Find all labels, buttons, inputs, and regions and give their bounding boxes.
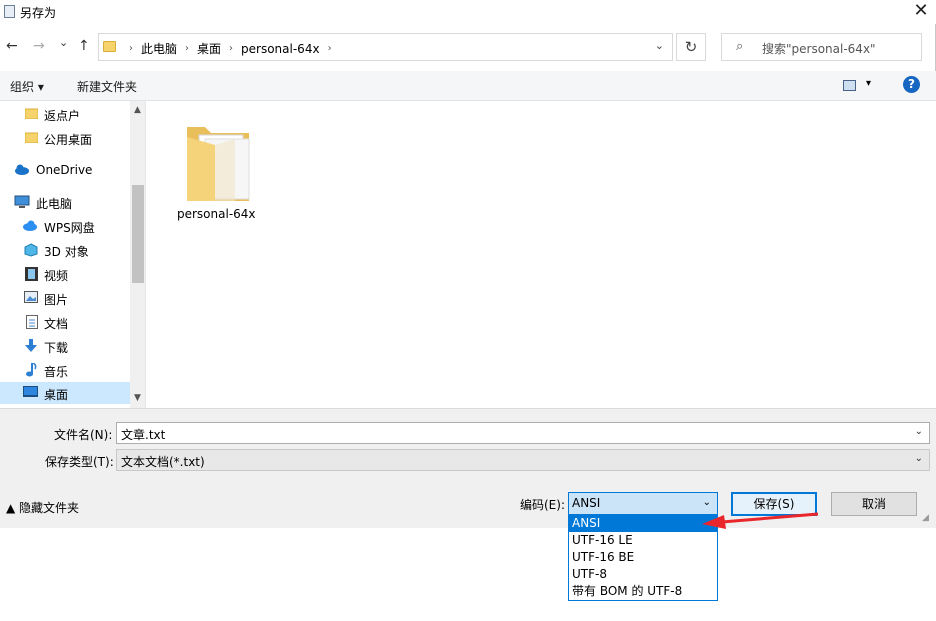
chevron-down-icon[interactable]: ⌄ — [655, 39, 664, 52]
folder-icon — [24, 131, 38, 145]
breadcrumb-personal-64x[interactable]: personal-64x — [241, 42, 320, 56]
cancel-button[interactable]: 取消 — [831, 492, 917, 516]
sidebar-item-downloads[interactable]: 下载 — [0, 335, 130, 357]
sidebar-item-label: WPS网盘 — [44, 221, 95, 235]
search-placeholder: 搜索"personal-64x" — [762, 42, 876, 56]
breadcrumb-separator: › — [129, 43, 133, 54]
chevron-down-icon[interactable]: ▾ — [866, 78, 871, 89]
breadcrumb-separator: › — [229, 43, 234, 54]
annotation-arrow — [702, 512, 819, 529]
scroll-down-icon[interactable]: ▼ — [134, 393, 141, 403]
back-arrow-icon[interactable]: ← — [6, 38, 18, 54]
sidebar-item-desktop[interactable]: 桌面 — [0, 382, 130, 404]
refresh-button[interactable]: ↻ — [676, 33, 706, 61]
breadcrumb: › 此电脑 › 桌面 › personal-64x › — [121, 40, 340, 57]
music-icon — [24, 362, 38, 377]
folder-icon — [103, 41, 116, 52]
folder-icon — [24, 107, 38, 121]
chevron-down-icon[interactable]: ⌄ — [915, 426, 923, 437]
window-title: 另存为 — [20, 6, 57, 20]
scrollbar-thumb[interactable] — [132, 185, 144, 283]
sidebar-item-label: 视频 — [44, 269, 69, 283]
command-bar: 组织 ▾ 新建文件夹 ▾ ? — [0, 71, 936, 101]
document-icon — [25, 315, 39, 329]
file-list: personal-64x — [147, 101, 936, 408]
filetype-label: 保存类型(T): — [45, 455, 114, 469]
title-bar: 另存为 ✕ — [0, 0, 936, 24]
sidebar-item-fandianhu[interactable]: 返点户 — [0, 103, 130, 125]
scroll-up-icon[interactable]: ▲ — [134, 105, 141, 115]
view-options-icon[interactable] — [843, 80, 856, 91]
address-bar[interactable]: › 此电脑 › 桌面 › personal-64x › ⌄ — [98, 33, 673, 61]
filetype-value: 文本文档(*.txt) — [121, 455, 205, 469]
forward-arrow-icon[interactable]: → — [33, 38, 45, 54]
recent-locations-icon[interactable]: ⌄ — [59, 36, 68, 49]
new-folder-button[interactable]: 新建文件夹 — [77, 78, 137, 95]
encoding-option-utf16be[interactable]: UTF-16 BE — [569, 549, 717, 566]
sidebar-item-videos[interactable]: 视频 — [0, 263, 130, 285]
filetype-select[interactable]: 文本文档(*.txt) ⌄ — [116, 449, 930, 471]
folder-item[interactable] — [185, 117, 255, 203]
cloud-icon — [14, 163, 29, 177]
sidebar-scrollbar[interactable]: ▲ ▼ — [130, 101, 145, 408]
resize-grip-icon[interactable]: ◢ — [922, 513, 929, 523]
picture-icon — [24, 291, 38, 305]
cloud-icon — [22, 219, 37, 233]
sidebar-item-label: 此电脑 — [36, 197, 73, 211]
encoding-dropdown-list: ANSI UTF-16 LE UTF-16 BE UTF-8 带有 BOM 的 … — [568, 514, 718, 601]
search-icon: ⌕ — [736, 39, 744, 54]
filename-value: 文章.txt — [121, 428, 166, 442]
chevron-down-icon[interactable]: ⌄ — [915, 453, 923, 464]
sidebar-item-label: 返点户 — [44, 109, 81, 123]
sidebar-item-music[interactable]: 音乐 — [0, 359, 130, 381]
navigation-pane: 返点户 公用桌面 OneDrive 此电脑 WPS网盘 3D 对象 视频 图片 — [0, 101, 146, 408]
download-icon — [24, 339, 38, 353]
sidebar-item-label: 下载 — [44, 341, 69, 355]
help-icon[interactable]: ? — [903, 76, 920, 93]
encoding-option-utf16le[interactable]: UTF-16 LE — [569, 532, 717, 549]
sidebar-item-3d-objects[interactable]: 3D 对象 — [0, 239, 130, 261]
organize-menu[interactable]: 组织 ▾ — [10, 78, 44, 95]
breadcrumb-separator: › — [185, 43, 190, 54]
encoding-option-ansi[interactable]: ANSI — [569, 515, 717, 532]
encoding-label: 编码(E): — [520, 498, 565, 512]
breadcrumb-this-pc[interactable]: 此电脑 — [141, 40, 177, 57]
sidebar-item-label: 音乐 — [44, 365, 69, 379]
folder-name: personal-64x — [177, 207, 256, 221]
computer-icon — [14, 195, 30, 209]
search-input[interactable]: ⌕ 搜索"personal-64x" — [721, 33, 922, 61]
close-icon[interactable]: ✕ — [910, 1, 932, 23]
cube-icon — [24, 243, 38, 257]
save-as-dialog: 另存为 ✕ ← → ⌄ ↑ › 此电脑 › 桌面 › personal-64x … — [0, 0, 936, 528]
film-icon — [24, 267, 38, 281]
sidebar-item-pictures[interactable]: 图片 — [0, 287, 130, 309]
encoding-option-utf8[interactable]: UTF-8 — [569, 566, 717, 583]
desktop-icon — [23, 386, 38, 400]
sidebar-item-onedrive[interactable]: OneDrive — [0, 159, 130, 181]
sidebar-item-label: 3D 对象 — [44, 245, 89, 259]
breadcrumb-separator: › — [327, 43, 332, 54]
notepad-icon — [4, 5, 15, 18]
sidebar-item-public-desktop[interactable]: 公用桌面 — [0, 127, 130, 149]
large-folder-icon — [187, 127, 250, 201]
filename-field[interactable]: 文章.txt ⌄ — [116, 422, 930, 444]
sidebar-item-label: 文档 — [44, 317, 69, 331]
sidebar-item-label: 公用桌面 — [44, 133, 93, 147]
filename-label: 文件名(N): — [54, 428, 113, 442]
sidebar-item-label: OneDrive — [36, 163, 93, 177]
up-arrow-icon[interactable]: ↑ — [78, 38, 90, 54]
breadcrumb-desktop[interactable]: 桌面 — [197, 40, 221, 57]
encoding-select[interactable]: ANSI ⌄ — [568, 492, 718, 515]
encoding-value: ANSI — [572, 496, 601, 510]
sidebar-item-this-pc[interactable]: 此电脑 — [0, 191, 130, 213]
encoding-option-utf8-bom[interactable]: 带有 BOM 的 UTF-8 — [569, 583, 717, 600]
sidebar-item-wps-drive[interactable]: WPS网盘 — [0, 215, 130, 237]
sidebar-item-label: 图片 — [44, 293, 69, 307]
hide-folders-toggle[interactable]: ▲ 隐藏文件夹 — [6, 499, 79, 516]
sidebar-item-documents[interactable]: 文档 — [0, 311, 130, 333]
sidebar-item-label: 桌面 — [44, 388, 69, 402]
